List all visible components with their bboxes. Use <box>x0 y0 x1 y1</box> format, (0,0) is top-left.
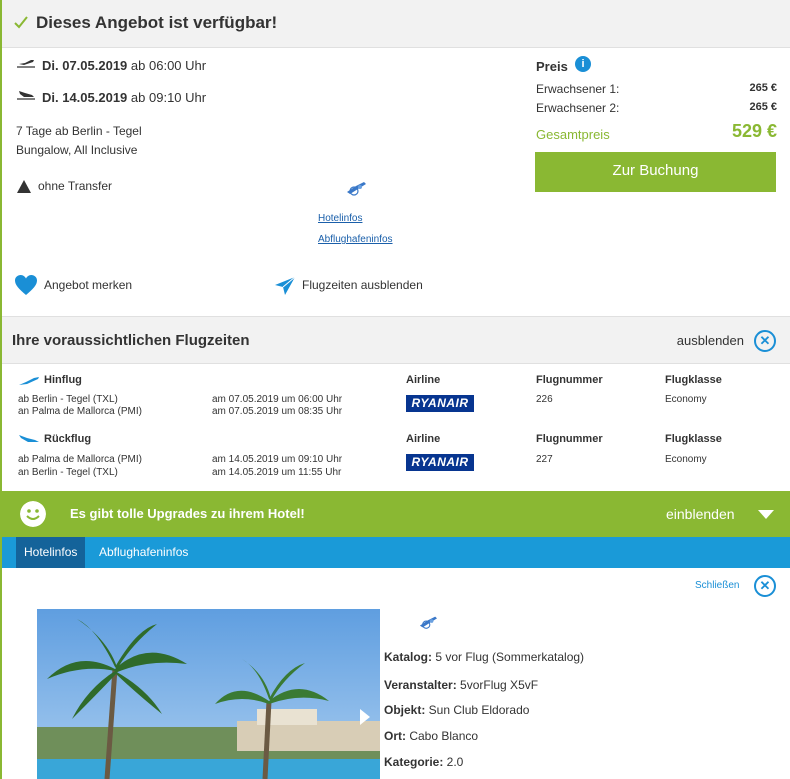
airline-header: Airline <box>406 374 441 386</box>
adult1-label: Erwachsener 1: <box>536 82 620 96</box>
close-hotel-info-button[interactable]: Schließen <box>695 580 739 591</box>
hotel-category: Kategorie: 2.0 <box>384 755 464 769</box>
plane-arrival-icon <box>17 91 35 100</box>
flight-class-header: Flugklasse <box>665 374 722 386</box>
info-tabs: Hotelinfos Abflughafeninfos <box>2 537 790 568</box>
flight-number-header: Flugnummer <box>536 433 603 445</box>
adult2-label: Erwachsener 2: <box>536 101 620 115</box>
airplane-icon[interactable] <box>274 276 296 298</box>
hotel-object: Objekt: Sun Club Eldorado <box>384 703 530 717</box>
hide-flight-times-button[interactable]: ausblenden <box>677 333 744 348</box>
hotel-catalog: Katalog: 5 vor Flug (Sommerkatalog) <box>384 650 585 664</box>
checkmark-icon <box>14 16 28 29</box>
return-from: ab Palma de Mallorca (PMI) <box>18 454 142 465</box>
return-flight-label: Rückflug <box>44 433 92 445</box>
book-button[interactable]: Zur Buchung <box>535 152 776 192</box>
outbound-flight-label: Hinflug <box>44 374 82 386</box>
close-circle-icon[interactable]: ✕ <box>754 330 776 352</box>
hotel-photo[interactable] <box>37 609 380 779</box>
airline-header: Airline <box>406 433 441 445</box>
outbound-date: Di. 07.05.2019 ab 06:00 Uhr <box>42 58 207 73</box>
outbound-arrival: am 07.05.2019 um 08:35 Uhr <box>212 406 343 417</box>
offer-duration: 7 Tage ab Berlin - Tegel <box>16 124 142 138</box>
total-price-label: Gesamtpreis <box>536 127 610 142</box>
outbound-flight-class: Economy <box>665 394 707 405</box>
hotelinfos-link[interactable]: Hotelinfos <box>318 213 362 224</box>
flight-times-header: Ihre voraussichtlichen Flugzeiten ausble… <box>2 316 790 364</box>
outbound-flight-number: 226 <box>536 394 553 405</box>
adult2-price: 265 € <box>749 101 777 113</box>
adult1-price: 265 € <box>749 82 777 94</box>
availability-title: Dieses Angebot ist verfügbar! <box>36 13 278 32</box>
info-icon[interactable]: i <box>575 56 591 72</box>
chevron-down-icon[interactable] <box>758 510 774 519</box>
plane-departure-icon <box>19 377 39 385</box>
outbound-to: an Palma de Mallorca (PMI) <box>18 406 142 417</box>
price-label: Preis <box>536 59 568 74</box>
hotel-image <box>37 609 380 779</box>
return-flight-class: Economy <box>665 454 707 465</box>
close-circle-icon[interactable]: ✕ <box>754 575 776 597</box>
tour-operator-logo <box>347 182 366 196</box>
flight-number-header: Flugnummer <box>536 374 603 386</box>
return-flight-number: 227 <box>536 454 553 465</box>
airline-logo: RYANAIR <box>406 454 474 471</box>
availability-header: Dieses Angebot ist verfügbar! <box>2 0 790 48</box>
return-departure: am 14.05.2019 um 09:10 Uhr <box>212 454 343 465</box>
tab-hotelinfos[interactable]: Hotelinfos <box>16 537 86 568</box>
flight-class-header: Flugklasse <box>665 433 722 445</box>
outbound-from: ab Berlin - Tegel (TXL) <box>18 394 118 405</box>
flight-times-title: Ihre voraussichtlichen Flugzeiten <box>12 332 250 349</box>
transfer-info: ohne Transfer <box>38 179 113 193</box>
return-arrival: am 14.05.2019 um 11:55 Uhr <box>212 467 342 478</box>
offer-board: Bungalow, All Inclusive <box>16 143 138 157</box>
airline-logo: RYANAIR <box>406 395 474 412</box>
hotel-operator: Veranstalter: 5vorFlug X5vF <box>384 678 539 692</box>
show-upgrades-button[interactable]: einblenden <box>666 506 735 522</box>
upgrade-banner[interactable]: Es gibt tolle Upgrades zu ihrem Hotel! e… <box>2 491 790 537</box>
warning-icon <box>17 180 31 193</box>
smiley-icon <box>20 501 46 527</box>
plane-departure-icon <box>17 60 35 68</box>
hotel-place: Ort: Cabo Blanco <box>384 729 479 743</box>
upgrade-text: Es gibt tolle Upgrades zu ihrem Hotel! <box>70 506 305 521</box>
tab-abflughafeninfos[interactable]: Abflughafeninfos <box>91 537 196 568</box>
total-price: 529 € <box>731 121 777 141</box>
tour-operator-logo <box>419 616 437 629</box>
toggle-flight-times[interactable]: Flugzeiten ausblenden <box>302 278 423 292</box>
outbound-departure: am 07.05.2019 um 06:00 Uhr <box>212 394 343 405</box>
save-offer-button[interactable]: Angebot merken <box>44 278 132 292</box>
return-date: Di. 14.05.2019 ab 09:10 Uhr <box>42 90 207 105</box>
airportinfos-link[interactable]: Abflughafeninfos <box>318 234 393 245</box>
plane-arrival-icon <box>19 435 39 442</box>
return-to: an Berlin - Tegel (TXL) <box>18 467 118 478</box>
heart-icon[interactable] <box>14 274 38 296</box>
